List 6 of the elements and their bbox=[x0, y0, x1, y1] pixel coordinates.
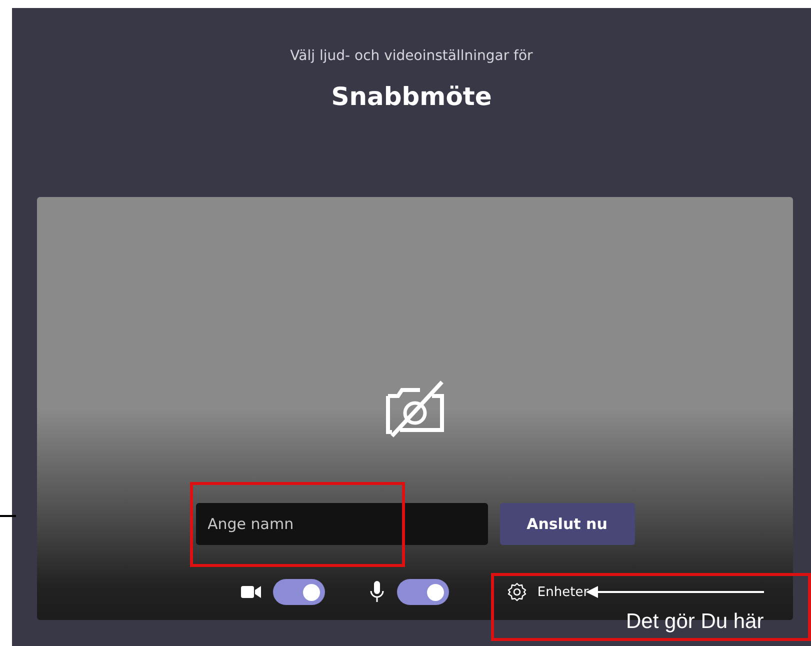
devices-button[interactable]: Enheter bbox=[507, 582, 589, 602]
meeting-title: Snabbmöte bbox=[331, 82, 492, 111]
annotation-text: Det gör Du här bbox=[626, 610, 764, 634]
join-button[interactable]: Anslut nu bbox=[500, 503, 634, 545]
name-field[interactable]: Ange namn bbox=[196, 503, 488, 545]
subtitle: Välj ljud- och videoinställningar för bbox=[290, 48, 533, 64]
